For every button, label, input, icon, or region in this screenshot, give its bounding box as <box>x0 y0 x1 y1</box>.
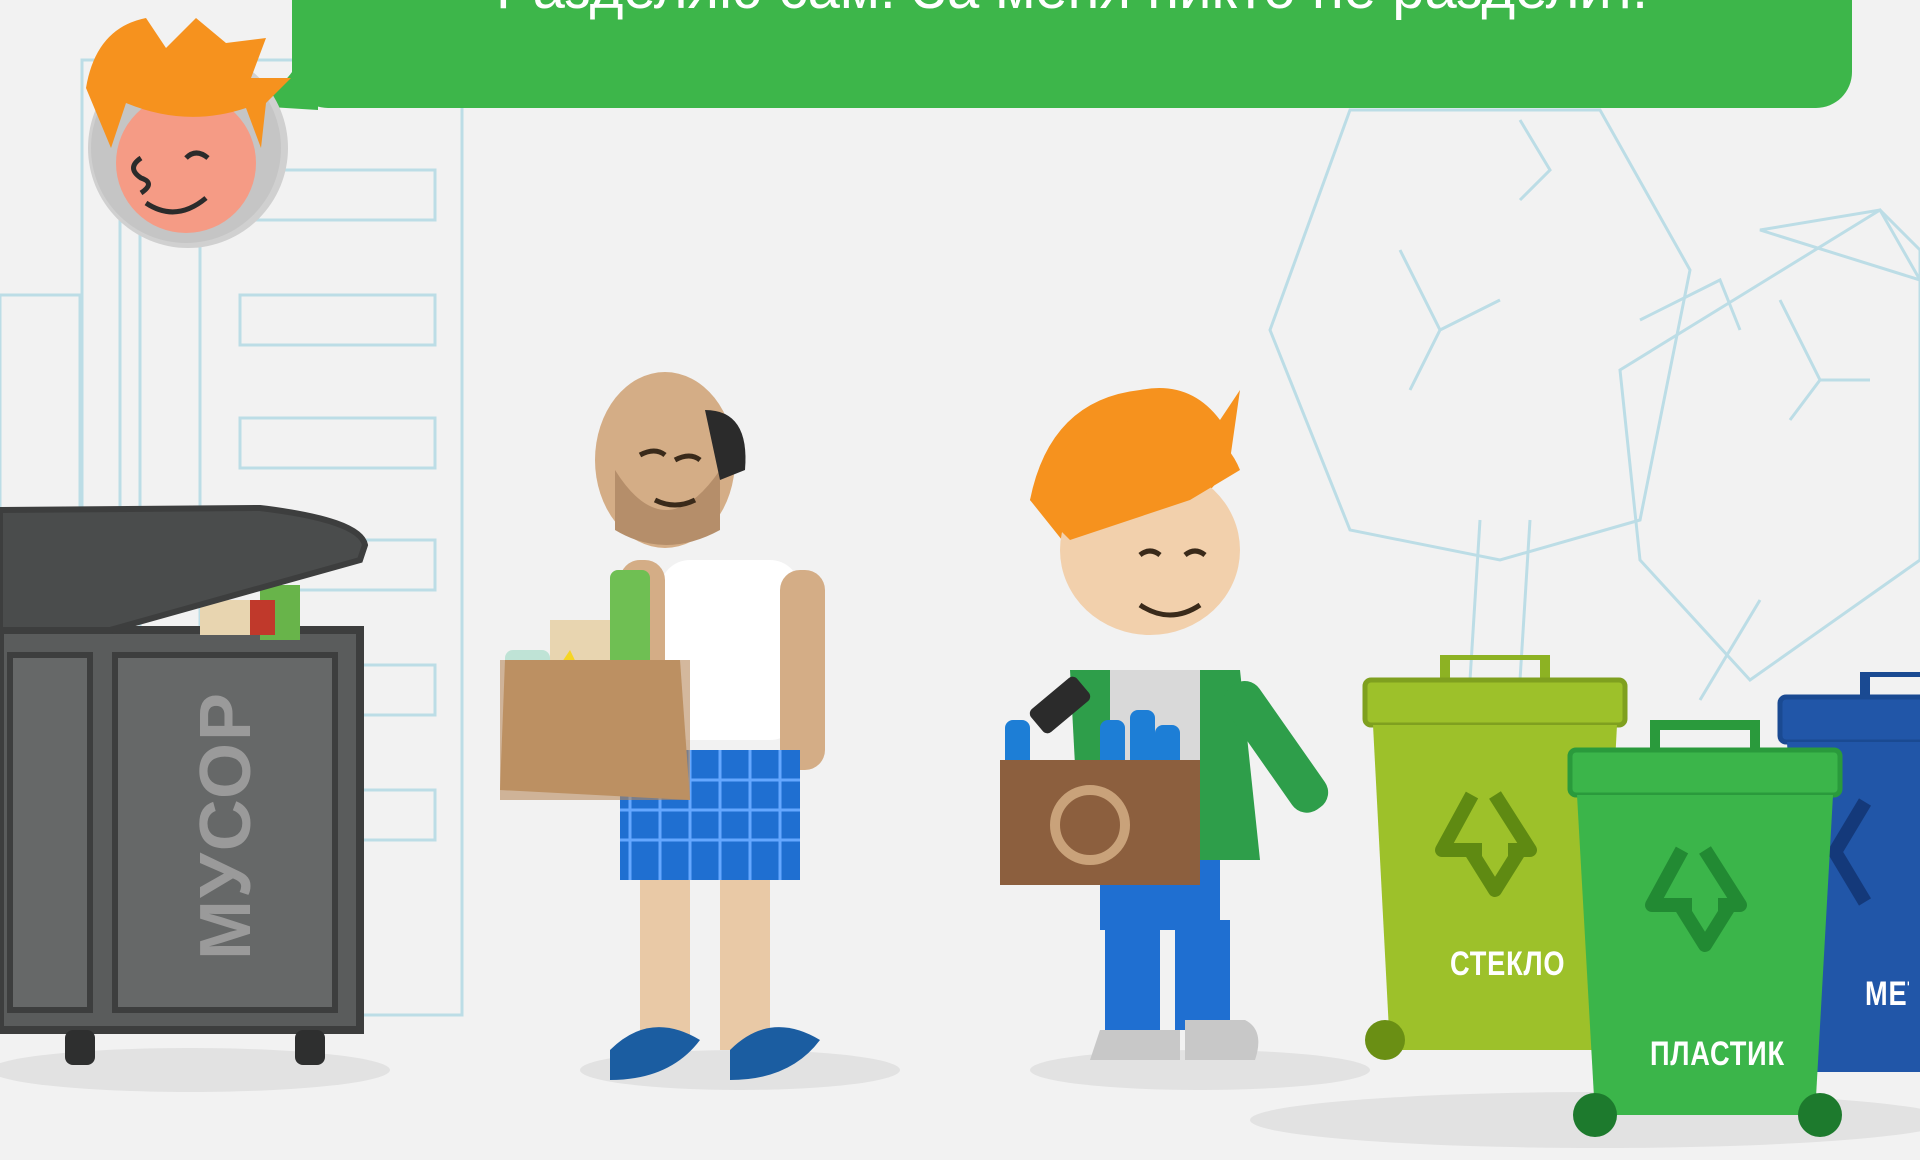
glass-bin-label: СТЕКЛО <box>1450 945 1566 983</box>
hero-character[interactable] <box>990 380 1350 1100</box>
metal-bin-label: МЕТАЛЛ <box>1865 975 1909 1013</box>
dialog-bubble[interactable]: Разделяю сам. За меня никто не разделит. <box>292 0 1852 108</box>
dialog-text: Разделяю сам. За меня никто не разделит. <box>292 0 1852 28</box>
tree-outlines <box>1268 108 1920 701</box>
general-bin-label: МУСОР <box>186 691 266 960</box>
speaker-avatar <box>86 18 291 248</box>
plastic-bin-label: ПЛАСТИК <box>1650 1035 1785 1073</box>
plastic-bottles-box <box>1000 710 1200 885</box>
neighbor-character[interactable] <box>490 370 890 1090</box>
plastic-bin[interactable] <box>1565 720 1845 1160</box>
game-scene: МУСОР СТЕКЛО МЕ ПЛАСТИК <box>0 0 1920 1152</box>
